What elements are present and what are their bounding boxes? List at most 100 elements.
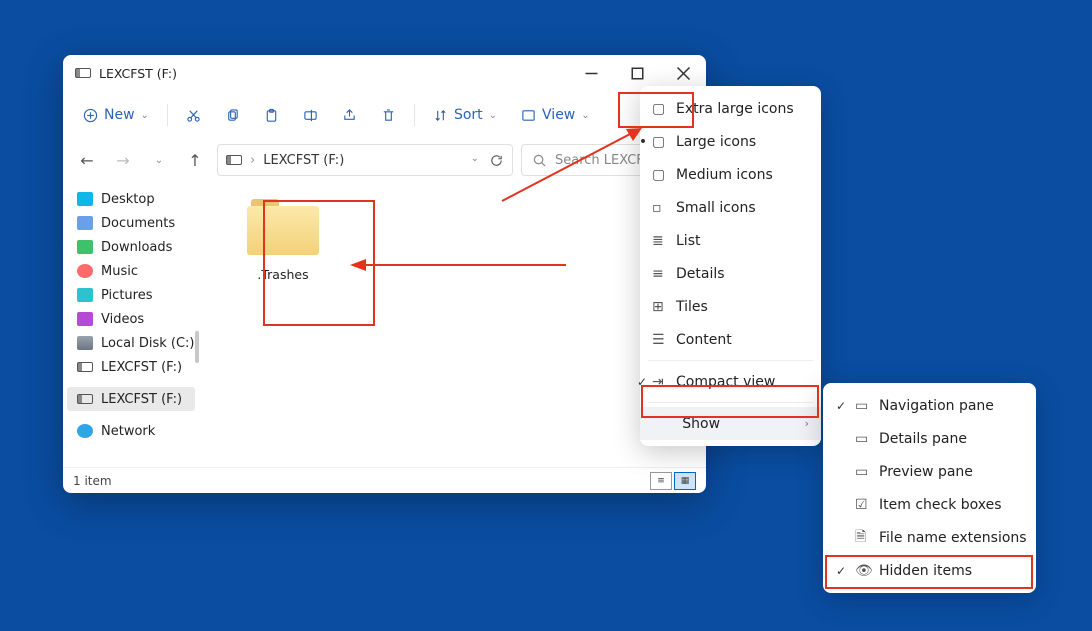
navpane-item[interactable]: Music [63,259,199,283]
submenu-item[interactable]: ▭ Preview pane [823,455,1036,488]
navpane-item[interactable]: LEXCFST (F:) [63,355,199,379]
nav-icon [77,216,93,230]
menu-item[interactable]: ⊞Tiles [640,290,821,323]
menu-icon: ⊞ [652,299,664,315]
menu-item-label: Preview pane [879,464,973,480]
chevron-down-icon: ⌄ [141,110,149,121]
menu-icon: ▢ [652,101,665,117]
menu-item[interactable]: ▫ Small icons [640,191,821,224]
minimize-button[interactable] [568,55,614,91]
menu-item[interactable]: ▢Medium icons [640,158,821,191]
menu-item-label: Details [676,266,725,282]
cut-button[interactable] [176,98,211,132]
view-button[interactable]: View ⌄ [511,98,600,132]
submenu-item[interactable]: 👁 Hidden items [823,554,1036,587]
new-label: New [104,107,135,123]
menu-icon: ▭ [855,431,868,447]
forward-button[interactable]: → [109,146,137,174]
menu-item-label: Medium icons [676,167,773,183]
menu-icon: 🗎 [855,526,866,550]
navpane-item[interactable]: Desktop [63,187,199,211]
nav-icon [77,312,93,326]
address-path: LEXCFST (F:) [263,153,344,168]
sort-button[interactable]: Sort ⌄ [423,98,507,132]
submenu-item[interactable]: ▭Details pane [823,422,1036,455]
folder-item[interactable]: .Trashes [227,187,339,305]
search-icon [532,153,547,168]
new-button[interactable]: New ⌄ [73,98,159,132]
menu-item-label: Content [676,332,732,348]
rename-icon [303,108,318,123]
icons-view-toggle[interactable]: ▦ [674,472,696,490]
menu-icon: ▭ [855,398,868,414]
menu-item[interactable]: ≣List [640,224,821,257]
trash-icon [381,108,396,123]
drive-icon [75,68,91,78]
submenu-item[interactable]: ▭ Navigation pane [823,389,1036,422]
share-button[interactable] [332,98,367,132]
folder-icon [247,199,319,255]
menu-icon: ▢ [652,134,665,150]
chevron-down-icon: ⌄ [581,110,589,121]
scissors-icon [186,108,201,123]
menu-item[interactable]: ▢Large icons [640,125,821,158]
content-area[interactable]: .Trashes [199,181,706,467]
menu-icon: ▫ [652,200,662,216]
menu-icon: ≣ [652,233,664,249]
navpane-item[interactable]: Documents [63,211,199,235]
view-label: View [542,107,575,123]
menu-icon: ≡ [652,266,664,282]
menu-item-label: Hidden items [879,563,972,579]
up-button[interactable]: ↑ [181,146,209,174]
navpane-item[interactable]: Pictures [63,283,199,307]
menu-icon: ▭ [855,464,868,480]
delete-button[interactable] [371,98,406,132]
back-button[interactable]: ← [73,146,101,174]
paste-icon [264,108,279,123]
menu-item-label: File name extensions [879,530,1027,546]
recent-button[interactable]: ⌄ [145,146,173,174]
copy-icon [225,108,240,123]
address-bar[interactable]: › LEXCFST (F:) ⌄ [217,144,513,176]
nav-label: LEXCFST (F:) [101,392,182,407]
menu-item[interactable]: ▢Extra large icons [640,92,821,125]
folder-label: .Trashes [257,267,308,282]
sort-icon [433,108,448,123]
navpane-item[interactable]: Videos [63,307,199,331]
navpane-item[interactable]: Local Disk (C:) [63,331,199,355]
menu-item[interactable]: ≡ Details [640,257,821,290]
nav-icon [77,362,93,372]
copy-button[interactable] [215,98,250,132]
submenu-item[interactable]: ☑Item check boxes [823,488,1036,521]
menu-icon: 👁 [855,563,873,579]
menu-item-compact-view[interactable]: ⇥ Compact view [640,365,821,398]
menu-item-label: Small icons [676,200,756,216]
menu-item-show[interactable]: Show › [640,407,821,440]
menu-item[interactable]: ☰ Content [640,323,821,356]
navigation-row: ← → ⌄ ↑ › LEXCFST (F:) ⌄ Search LEXCFST … [63,139,706,181]
menu-separator [648,402,813,403]
share-icon [342,108,357,123]
paste-button[interactable] [254,98,289,132]
navpane-item[interactable]: Downloads [63,235,199,259]
plus-circle-icon [83,108,98,123]
submenu-item[interactable]: 🗎 File name extensions [823,521,1036,554]
menu-icon: ☑ [855,497,868,513]
details-view-toggle[interactable]: ≡ [650,472,672,490]
show-submenu: ▭Navigation pane▭Details pane▭Preview pa… [823,383,1036,593]
chevron-down-icon[interactable]: ⌄ [471,153,479,168]
navpane-item[interactable]: LEXCFST (F:) [67,387,195,411]
nav-label: Music [101,264,138,279]
nav-label: Pictures [101,288,152,303]
nav-icon [77,264,93,278]
rename-button[interactable] [293,98,328,132]
nav-icon [77,336,93,350]
menu-item-label: Navigation pane [879,398,994,414]
refresh-icon[interactable] [489,153,504,168]
file-explorer-window: LEXCFST (F:) New ⌄ Sort ⌄ View ⌄ [63,55,706,493]
titlebar[interactable]: LEXCFST (F:) [63,55,706,91]
nav-label: Videos [101,312,144,327]
navpane-item[interactable]: Network [63,419,199,443]
nav-label: Desktop [101,192,155,207]
menu-icon: ☰ [652,332,665,348]
